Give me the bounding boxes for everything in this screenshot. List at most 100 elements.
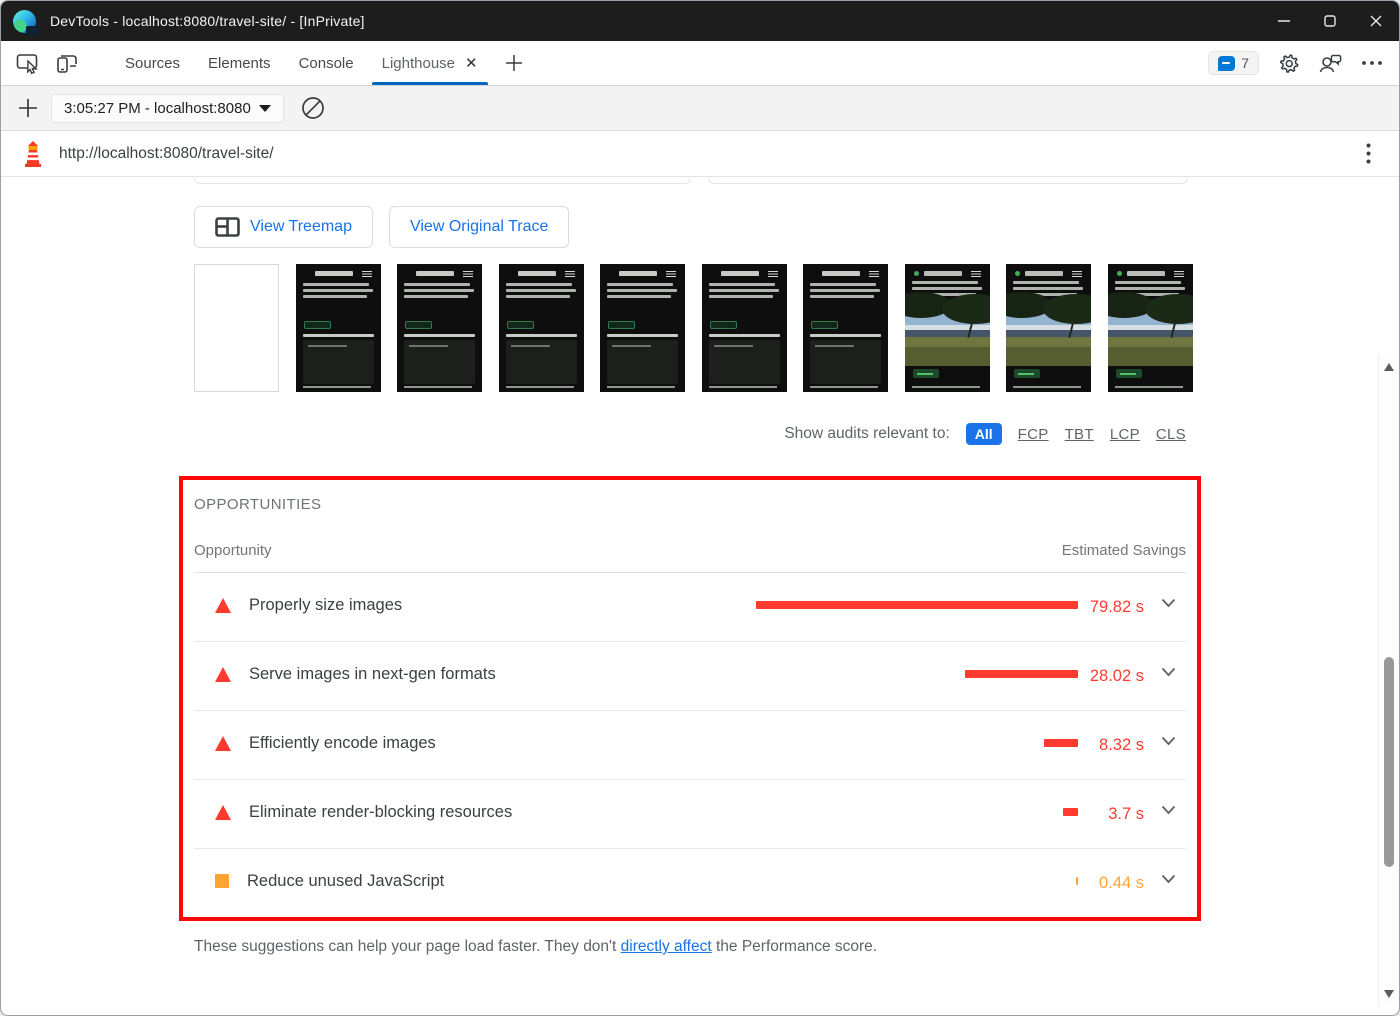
- filter-chip-all[interactable]: All: [965, 423, 1002, 445]
- audit-filter-row: Show audits relevant to: All FCP TBT LCP…: [194, 423, 1186, 445]
- fail-triangle-icon: [215, 667, 231, 682]
- minimize-button[interactable]: [1261, 1, 1307, 41]
- report-selector-dropdown[interactable]: 3:05:27 PM - localhost:8080: [51, 93, 284, 123]
- scrollbar-thumb[interactable]: [1384, 657, 1394, 867]
- opportunity-row[interactable]: Serve images in next-gen formats 28.02 s: [194, 642, 1186, 711]
- savings-value: 79.82 s: [1089, 598, 1144, 616]
- opportunities-heading: OPPORTUNITIES: [194, 496, 322, 513]
- savings-value: 0.44 s: [1099, 874, 1144, 892]
- treemap-icon: [215, 217, 240, 237]
- settings-gear-icon[interactable]: [1277, 52, 1300, 75]
- card-bottom-edge: [708, 178, 1188, 184]
- view-treemap-button[interactable]: View Treemap: [194, 206, 373, 248]
- filmstrip-thumbnail-photo: [904, 264, 990, 392]
- savings-bar: [1044, 739, 1078, 747]
- scroll-up-arrow-icon[interactable]: [1384, 363, 1394, 371]
- savings-bar-zone: [748, 869, 1078, 893]
- opportunity-row[interactable]: Eliminate render-blocking resources 3.7 s: [194, 780, 1186, 849]
- chevron-down-icon[interactable]: [1144, 805, 1180, 815]
- column-opportunity: Opportunity: [194, 542, 272, 559]
- device-toolbar-icon[interactable]: [53, 41, 79, 85]
- panel-tabs: Sources Elements Console Lighthouse ✕: [111, 41, 492, 85]
- window-title: DevTools - localhost:8080/travel-site/ -…: [50, 13, 365, 29]
- filmstrip-thumbnail-page: [803, 264, 888, 392]
- opportunity-title: Properly size images: [249, 596, 403, 614]
- report-url: http://localhost:8080/travel-site/: [59, 144, 274, 162]
- tab-lighthouse[interactable]: Lighthouse ✕: [368, 41, 492, 85]
- lighthouse-toolbar: 3:05:27 PM - localhost:8080: [1, 86, 1399, 131]
- filter-label: Show audits relevant to:: [784, 425, 950, 442]
- close-tab-icon[interactable]: ✕: [465, 54, 478, 72]
- edge-inprivate-icon: [13, 9, 39, 35]
- filmstrip-thumbnail-page: [397, 264, 482, 392]
- filmstrip-thumbnail-photo: [1107, 264, 1193, 392]
- feedback-icon[interactable]: [1318, 52, 1343, 75]
- savings-value: 28.02 s: [1089, 667, 1144, 685]
- lighthouse-report: View Treemap View Original Trace Show au…: [1, 177, 1399, 1007]
- savings-bar: [1076, 877, 1078, 885]
- opportunity-row[interactable]: Efficiently encode images 8.32 s: [194, 711, 1186, 780]
- chevron-down-icon[interactable]: [1144, 598, 1180, 608]
- savings-bar: [756, 601, 1078, 609]
- savings-bar: [1063, 808, 1078, 816]
- close-button[interactable]: [1353, 1, 1399, 41]
- chevron-down-icon[interactable]: [1144, 874, 1180, 884]
- opportunity-title: Efficiently encode images: [249, 734, 436, 752]
- tab-console[interactable]: Console: [285, 41, 368, 85]
- filmstrip-thumbnail-blank: [194, 264, 279, 392]
- fail-triangle-icon: [215, 736, 231, 751]
- column-estimated-savings: Estimated Savings: [1061, 542, 1186, 559]
- issues-icon: [1218, 55, 1236, 71]
- filmstrip-thumbnail-page: [600, 264, 685, 392]
- devtools-tab-bar: Sources Elements Console Lighthouse ✕ 7: [1, 41, 1399, 86]
- savings-bar: [965, 670, 1078, 678]
- scroll-down-arrow-icon[interactable]: [1384, 990, 1394, 998]
- savings-bar-zone: [748, 731, 1078, 755]
- opportunity-row[interactable]: Properly size images 79.82 s: [194, 573, 1186, 642]
- directly-affect-link[interactable]: directly affect: [621, 938, 712, 955]
- report-url-row: http://localhost:8080/travel-site/: [1, 131, 1399, 177]
- opportunity-title: Eliminate render-blocking resources: [249, 803, 513, 821]
- filter-link-cls[interactable]: CLS: [1156, 426, 1186, 443]
- more-options-icon[interactable]: [1361, 60, 1383, 66]
- chevron-down-icon[interactable]: [1144, 667, 1180, 677]
- opportunities-section-annotation: OPPORTUNITIES Opportunity Estimated Savi…: [179, 476, 1201, 921]
- chevron-down-icon[interactable]: [1144, 736, 1180, 746]
- filmstrip-thumbnail-photo: [1006, 264, 1091, 392]
- savings-value: 8.32 s: [1099, 736, 1144, 754]
- issues-count: 7: [1241, 55, 1249, 71]
- vertical-scrollbar[interactable]: [1378, 354, 1399, 1007]
- filmstrip-thumbnail-page: [498, 264, 584, 392]
- savings-value: 3.7 s: [1108, 805, 1144, 823]
- opportunity-row[interactable]: Reduce unused JavaScript 0.44 s: [194, 849, 1186, 917]
- opportunity-title: Serve images in next-gen formats: [249, 665, 496, 683]
- average-square-icon: [215, 874, 229, 888]
- savings-bar-zone: [748, 662, 1078, 686]
- savings-bar-zone: [748, 800, 1078, 824]
- view-original-trace-button[interactable]: View Original Trace: [388, 206, 570, 248]
- opportunities-column-headers: Opportunity Estimated Savings: [194, 515, 1186, 573]
- report-menu-icon[interactable]: [1366, 143, 1371, 164]
- opportunity-title: Reduce unused JavaScript: [247, 872, 445, 890]
- filter-link-lcp[interactable]: LCP: [1110, 426, 1140, 443]
- opportunities-rows: Properly size images 79.82 s Serve images …: [194, 573, 1186, 917]
- filmstrip-thumbnail-page: [701, 264, 787, 392]
- opportunities-footnote: These suggestions can help your page loa…: [194, 938, 878, 955]
- tab-elements[interactable]: Elements: [194, 41, 285, 85]
- fail-triangle-icon: [215, 598, 231, 613]
- clear-reports-icon[interactable]: [300, 95, 326, 121]
- fail-triangle-icon: [215, 805, 231, 820]
- maximize-button[interactable]: [1307, 1, 1353, 41]
- title-bar: DevTools - localhost:8080/travel-site/ -…: [1, 1, 1399, 41]
- screenshot-filmstrip: [194, 264, 1193, 392]
- filter-link-tbt[interactable]: TBT: [1065, 426, 1094, 443]
- issues-counter[interactable]: 7: [1208, 51, 1259, 75]
- filter-link-fcp[interactable]: FCP: [1018, 426, 1049, 443]
- devtools-window: DevTools - localhost:8080/travel-site/ -…: [0, 0, 1400, 1016]
- tab-sources[interactable]: Sources: [111, 41, 194, 85]
- new-report-icon[interactable]: [13, 97, 43, 119]
- more-tabs-button[interactable]: [492, 41, 536, 85]
- savings-bar-zone: [748, 593, 1078, 617]
- dropdown-caret-icon: [258, 104, 271, 112]
- inspect-element-icon[interactable]: [15, 41, 41, 85]
